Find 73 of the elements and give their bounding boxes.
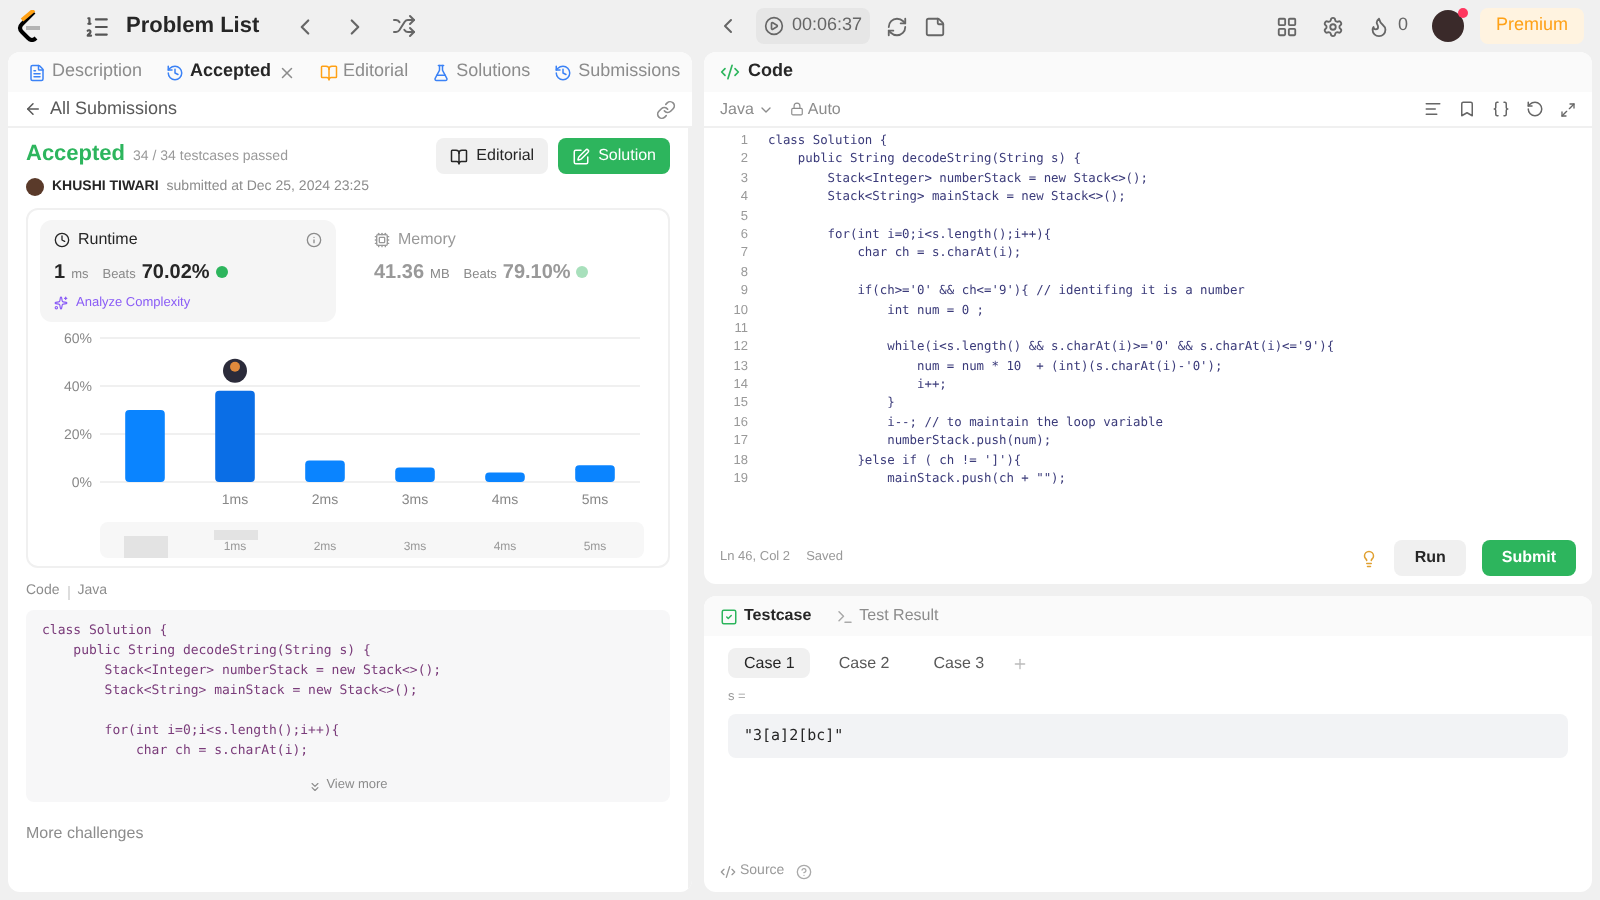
book-icon	[450, 147, 469, 165]
tab[interactable]: Submissions	[550, 58, 685, 86]
tab[interactable]: Solutions	[428, 58, 535, 86]
stat-title: Runtime	[78, 228, 138, 252]
play-icon	[764, 16, 784, 36]
submit-button[interactable]: Submit	[1481, 540, 1576, 576]
avatar[interactable]	[1431, 10, 1464, 42]
format-icon[interactable]	[1424, 100, 1442, 118]
beats-percent: 70.02%	[141, 260, 210, 288]
stat-value: 1	[54, 260, 66, 288]
tab[interactable]: Editorial	[315, 58, 413, 86]
flask-icon	[432, 63, 451, 81]
pen-icon	[572, 147, 591, 165]
document-icon	[28, 63, 46, 81]
bar[interactable]	[305, 459, 345, 482]
note-icon[interactable]	[924, 15, 947, 37]
sparkle-icon	[54, 296, 68, 311]
info-icon[interactable]	[306, 232, 322, 248]
back-arrow-icon	[24, 100, 42, 118]
history-icon	[554, 63, 573, 81]
logo-icon[interactable]	[16, 10, 44, 42]
bookmark-icon[interactable]	[1458, 100, 1476, 118]
history-icon	[166, 63, 185, 81]
all-submissions-link[interactable]: All Submissions	[24, 95, 178, 123]
link-icon[interactable]	[656, 99, 676, 119]
badge-icon	[215, 266, 228, 278]
solution-button[interactable]: Solution	[558, 138, 670, 174]
code-icon	[720, 863, 736, 880]
book-icon	[319, 63, 338, 81]
run-button[interactable]: Run	[1394, 540, 1466, 576]
chip-icon	[374, 232, 390, 248]
bar[interactable]	[395, 467, 435, 482]
language-select[interactable]: Java	[720, 97, 774, 121]
navigator-bar	[123, 535, 167, 558]
list-icon[interactable]	[84, 13, 110, 39]
editorial-button[interactable]: Editorial	[436, 138, 549, 174]
auto-mode[interactable]: Auto	[789, 97, 841, 121]
problem-list-link[interactable]: Problem List	[126, 9, 260, 43]
bar[interactable]	[485, 471, 525, 482]
terminal-icon	[835, 607, 854, 625]
settings-icon[interactable]	[1321, 15, 1344, 37]
shuffle-icon[interactable]	[391, 14, 416, 38]
case-tab[interactable]: Case 2	[822, 648, 906, 678]
stat-title: Memory	[398, 228, 456, 252]
author-avatar	[26, 178, 44, 197]
tab[interactable]: Description	[24, 58, 147, 86]
more-challenges-heading: More challenges	[26, 822, 146, 846]
tab[interactable]: Accepted	[162, 58, 300, 86]
code-icon	[720, 62, 740, 82]
flame-icon[interactable]	[1367, 15, 1390, 37]
timer-button[interactable]: 00:06:37	[756, 8, 871, 44]
checkbox-icon	[720, 607, 738, 625]
chevrons-down-icon	[308, 779, 323, 794]
braces-icon[interactable]	[1492, 100, 1510, 118]
lock-icon	[789, 102, 804, 116]
bar[interactable]	[575, 464, 615, 482]
avatar-icon	[223, 358, 247, 383]
case-tab[interactable]: Case 3	[917, 648, 1001, 678]
tab[interactable]: Test Result	[835, 604, 939, 628]
case-tab[interactable]: Case 1	[728, 648, 811, 678]
stat-value: 41.36	[374, 260, 425, 288]
clock-icon	[54, 232, 70, 248]
reset-icon[interactable]	[886, 15, 909, 37]
tab[interactable]: Testcase	[720, 604, 812, 628]
accepted-status: Accepted	[26, 140, 126, 170]
badge-icon	[576, 266, 589, 278]
expand-icon[interactable]	[1560, 101, 1576, 117]
panel-title: Code	[748, 58, 793, 85]
layout-icon[interactable]	[1275, 15, 1298, 37]
close-icon[interactable]	[277, 63, 296, 81]
undo-icon[interactable]	[1526, 100, 1544, 118]
beats-percent: 79.10%	[502, 260, 571, 288]
streak-count: 0	[1397, 12, 1408, 39]
